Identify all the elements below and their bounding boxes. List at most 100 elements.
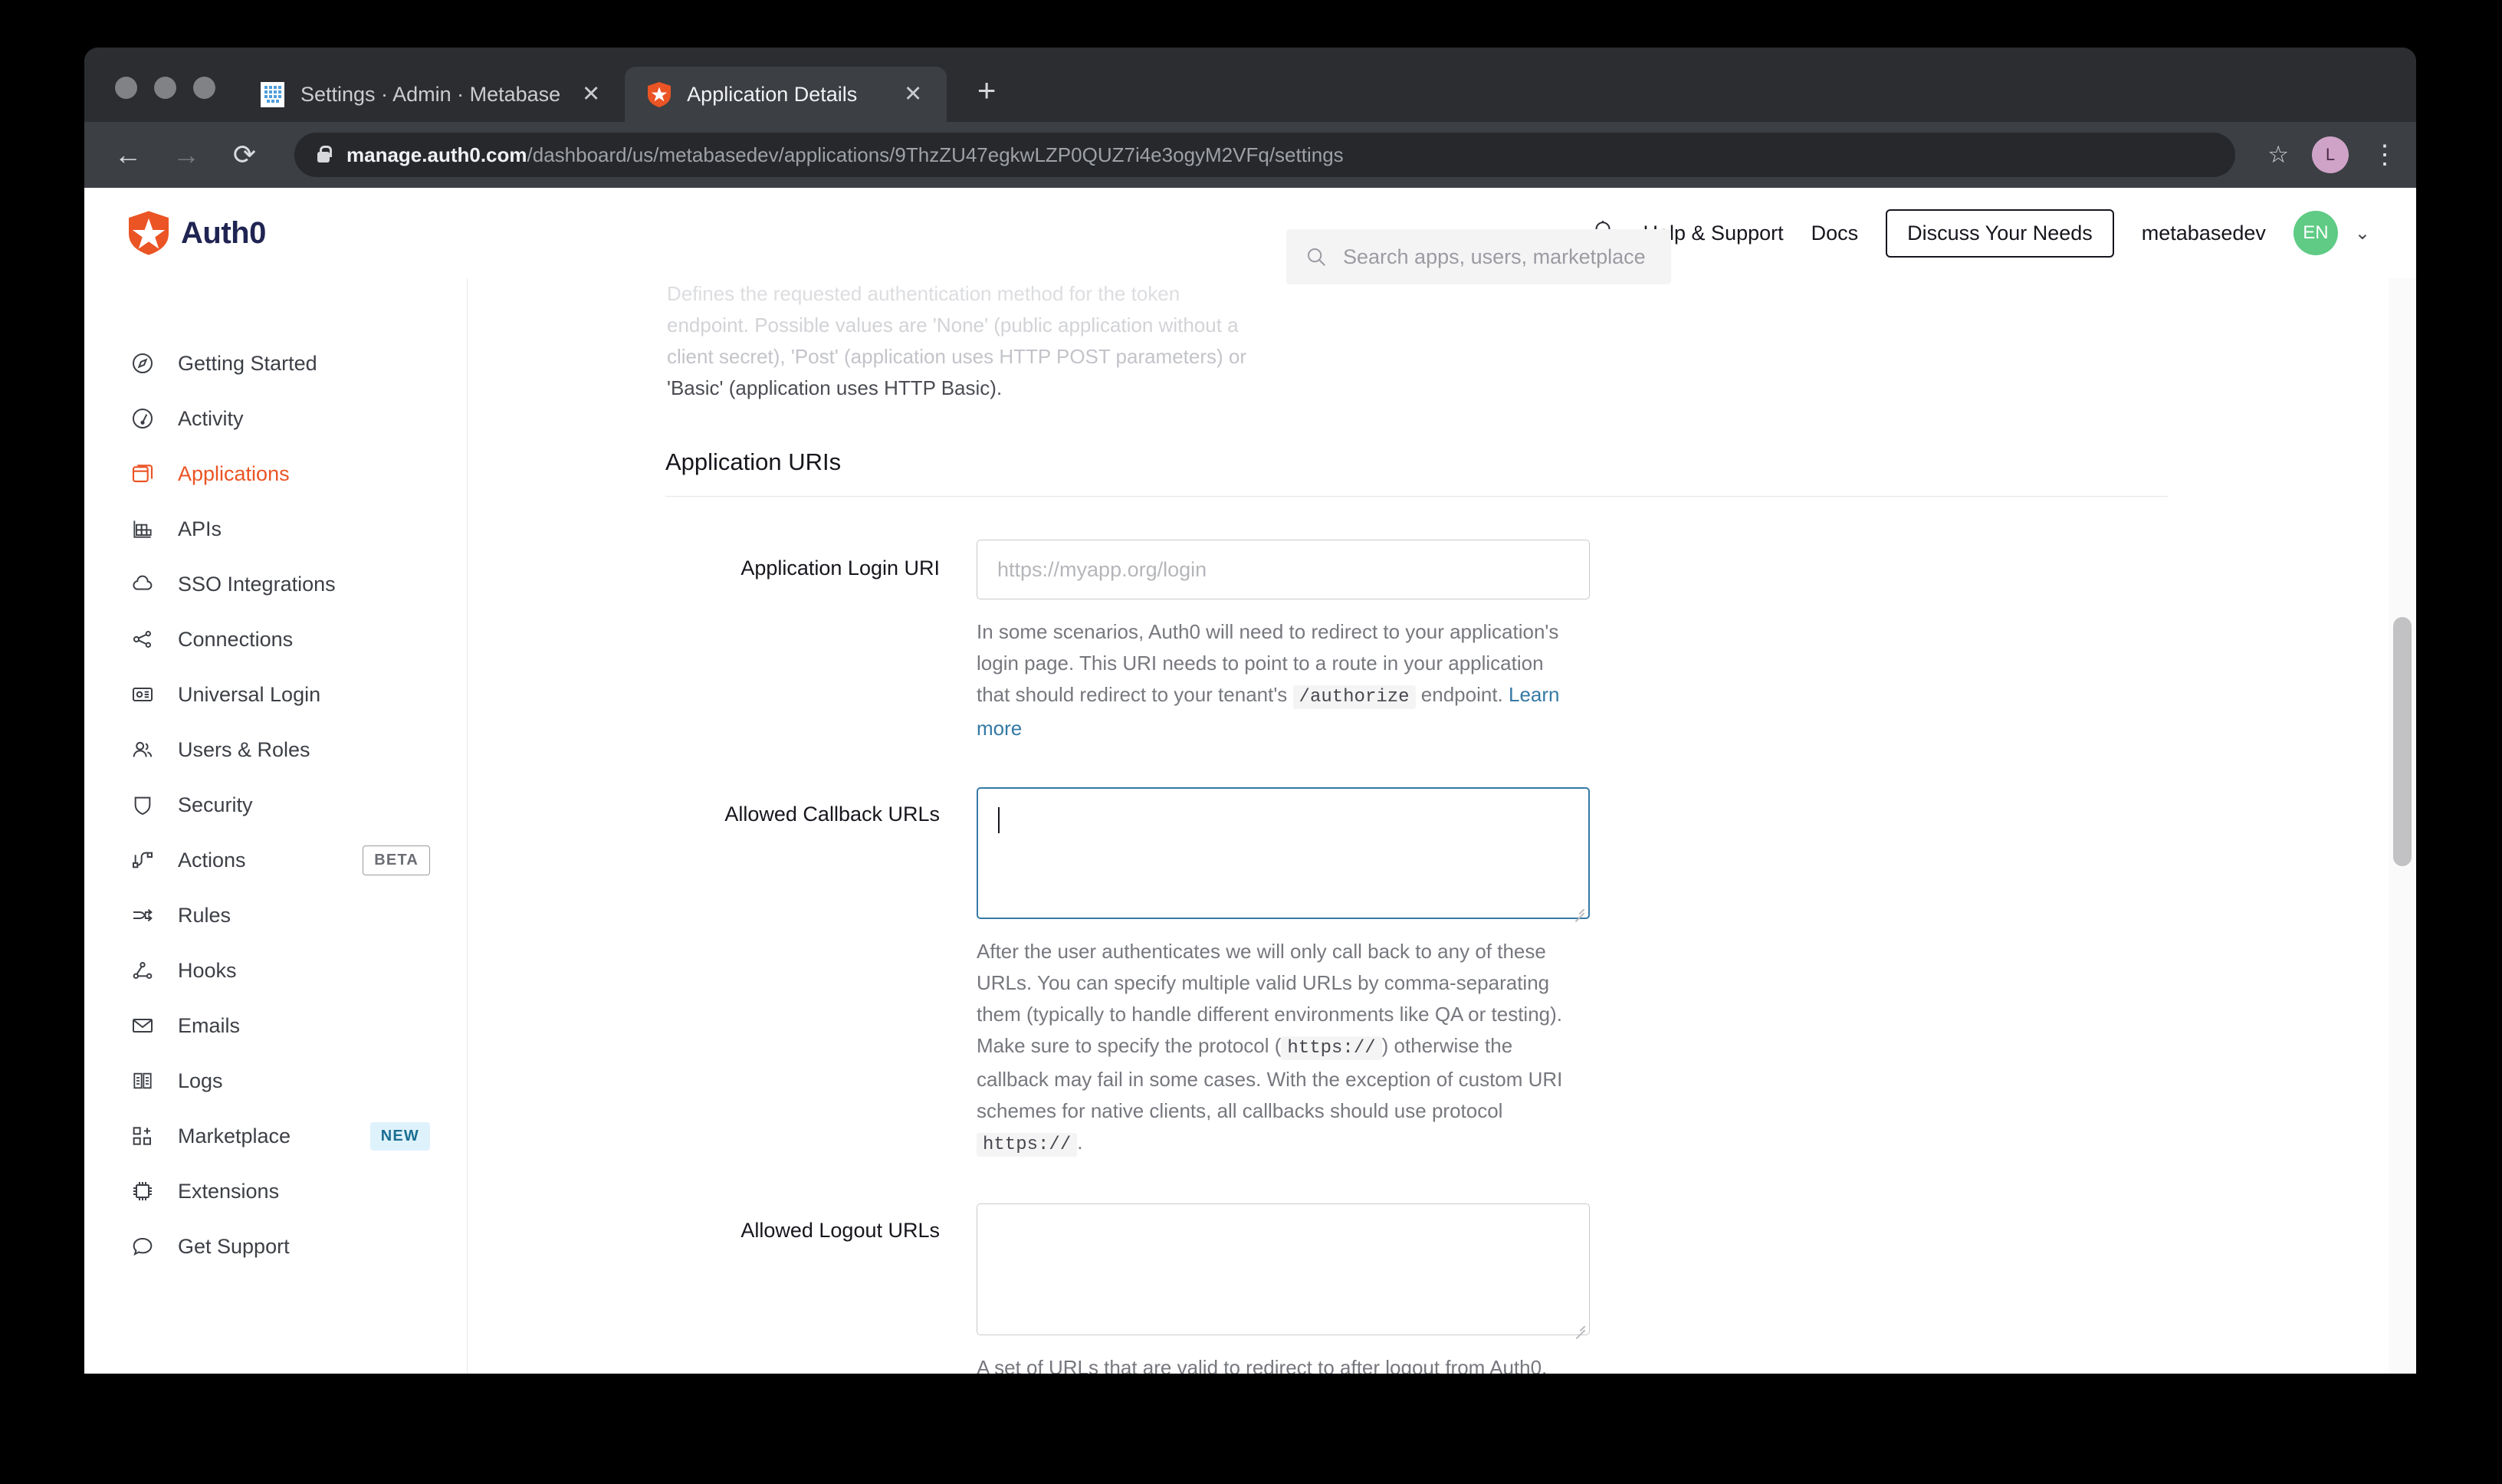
sidebar-item-marketplace[interactable]: Marketplace NEW: [84, 1108, 467, 1164]
window-traffic-lights: [101, 77, 238, 122]
browser-menu-icon[interactable]: ⋮: [2372, 141, 2398, 168]
docs-link[interactable]: Docs: [1811, 222, 1859, 245]
sidebar-item-label: Actions: [178, 848, 246, 872]
applications-icon: [129, 460, 156, 488]
sidebar-item-actions[interactable]: Actions BETA: [84, 832, 467, 888]
metabase-icon: [260, 81, 285, 107]
bookmark-star-icon[interactable]: ☆: [2267, 141, 2289, 169]
logout-urls-label: Allowed Logout URLs: [740, 1219, 940, 1242]
resize-handle[interactable]: [1574, 903, 1584, 914]
callback-urls-textarea[interactable]: [977, 787, 1590, 919]
login-uri-help: In some scenarios, Auth0 will need to re…: [977, 616, 1582, 744]
marketplace-icon: [129, 1122, 156, 1150]
cloud-icon: [129, 570, 156, 598]
search-input[interactable]: Search apps, users, marketplace: [1286, 229, 1671, 284]
section-title: Application URIs: [665, 448, 842, 475]
faded-line-2: endpoint. Possible values are 'None' (pu…: [667, 314, 1239, 337]
shield-icon: [129, 791, 156, 819]
close-tab-button[interactable]: ✕: [576, 83, 606, 106]
sidebar-item-label: Logs: [178, 1069, 223, 1092]
status-badge: BETA: [363, 845, 430, 875]
chevron-down-icon[interactable]: ⌄: [2355, 222, 2370, 245]
avatar[interactable]: EN: [2293, 211, 2338, 255]
resize-handle[interactable]: [1574, 1320, 1585, 1331]
sidebar-item-sso-integrations[interactable]: SSO Integrations: [84, 556, 467, 612]
page-viewport: Getting Started Activity Applications AP…: [84, 188, 2416, 1374]
browser-tab-metabase[interactable]: Settings · Admin · Metabase ✕: [238, 67, 625, 122]
login-uri-label: Application Login URI: [740, 556, 940, 579]
header-actions: Help & Support Docs Discuss Your Needs m…: [1590, 208, 2370, 258]
compass-icon: [129, 350, 156, 377]
browser-tab-application-details[interactable]: Application Details ✕: [625, 67, 947, 122]
page-scrollbar[interactable]: [2389, 188, 2416, 1374]
faded-line-3: client secret), 'Post' (application uses…: [667, 345, 1247, 368]
sidebar-item-label: Users & Roles: [178, 737, 310, 761]
discuss-your-needs-button[interactable]: Discuss Your Needs: [1886, 208, 2114, 258]
browser-profile-avatar[interactable]: L: [2312, 136, 2349, 173]
sidebar-item-universal-login[interactable]: Universal Login: [84, 667, 467, 722]
profile-initial: L: [2325, 145, 2336, 164]
back-icon[interactable]: ←: [110, 137, 146, 172]
logs-icon: [129, 1067, 156, 1095]
maximize-window-button[interactable]: [193, 77, 215, 99]
login-uri-placeholder: https://myapp.org/login: [997, 557, 1207, 581]
sidebar-item-activity[interactable]: Activity: [84, 391, 467, 446]
https-code-2: https://: [977, 1133, 1078, 1157]
login-uri-field-group: Application Login URI https://myapp.org/…: [468, 497, 1590, 744]
actions-icon: [129, 846, 156, 874]
help-part-2: endpoint.: [1415, 683, 1509, 706]
faded-line-4: 'Basic' (application uses HTTP Basic).: [667, 376, 1003, 399]
callback-urls-field-group: Allowed Callback URLs After the user aut…: [468, 744, 1590, 1161]
auth0-header: Auth0 Help & Support Docs Discuss Your N…: [84, 188, 2416, 278]
logout-urls-field-group: Allowed Logout URLs A set of URLs that a…: [468, 1161, 1590, 1374]
url-domain: manage.auth0.com: [346, 143, 527, 166]
minimize-window-button[interactable]: [154, 77, 176, 99]
sidebar-item-security[interactable]: Security: [84, 777, 467, 832]
sidebar-item-rules[interactable]: Rules: [84, 888, 467, 943]
sidebar-item-label: Universal Login: [178, 682, 321, 706]
hooks-icon: [129, 957, 156, 984]
address-bar[interactable]: manage.auth0.com/dashboard/us/metabasede…: [294, 133, 2236, 177]
logout-urls-help: A set of URLs that are valid to redirect…: [977, 1352, 1582, 1374]
chip-icon: [129, 1177, 156, 1205]
sidebar-item-label: Extensions: [178, 1179, 280, 1203]
auth0-shield-icon: [129, 211, 169, 255]
callback-urls-help: After the user authenticates we will onl…: [977, 936, 1582, 1161]
new-tab-button[interactable]: +: [967, 74, 1006, 107]
chat-icon: [129, 1233, 156, 1260]
reload-icon[interactable]: ⟳: [227, 137, 262, 172]
url-path: /dashboard/us/metabasedev/applications/9…: [527, 143, 1344, 166]
gauge-icon: [129, 405, 156, 432]
auth0-logo[interactable]: Auth0: [129, 211, 466, 255]
text-cursor: [998, 807, 1000, 833]
scrollbar-thumb[interactable]: [2393, 617, 2412, 866]
close-window-button[interactable]: [115, 77, 137, 99]
sidebar-item-extensions[interactable]: Extensions: [84, 1164, 467, 1219]
rules-icon: [129, 901, 156, 929]
sidebar-item-logs[interactable]: Logs: [84, 1053, 467, 1108]
tenant-name[interactable]: metabasedev: [2142, 222, 2266, 245]
sidebar-item-applications[interactable]: Applications: [84, 446, 467, 501]
login-uri-input[interactable]: https://myapp.org/login: [977, 540, 1590, 599]
users-icon: [129, 736, 156, 763]
connections-icon: [129, 625, 156, 653]
application-uris-section: Application URIs: [468, 404, 1403, 496]
url-text: manage.auth0.com/dashboard/us/metabasede…: [346, 143, 1344, 167]
forward-icon[interactable]: →: [169, 137, 204, 172]
sidebar-item-hooks[interactable]: Hooks: [84, 943, 467, 998]
faded-line-1: Defines the requested authentication met…: [667, 282, 1180, 305]
logout-urls-textarea[interactable]: [977, 1203, 1590, 1335]
main-content: Defines the requested authentication met…: [468, 188, 2416, 1374]
sidebar-item-connections[interactable]: Connections: [84, 612, 467, 667]
sidebar-item-label: APIs: [178, 517, 222, 540]
sidebar-item-apis[interactable]: APIs: [84, 501, 467, 556]
sidebar-item-emails[interactable]: Emails: [84, 998, 467, 1053]
sidebar-item-get-support[interactable]: Get Support: [84, 1219, 467, 1274]
sidebar-item-users-roles[interactable]: Users & Roles: [84, 722, 467, 777]
tab-title: Settings · Admin · Metabase: [300, 82, 561, 106]
universal-login-icon: [129, 681, 156, 708]
close-tab-button[interactable]: ✕: [898, 83, 928, 106]
sidebar-item-getting-started[interactable]: Getting Started: [84, 336, 467, 391]
envelope-icon: [129, 1012, 156, 1039]
sidebar-item-label: Marketplace: [178, 1124, 291, 1147]
